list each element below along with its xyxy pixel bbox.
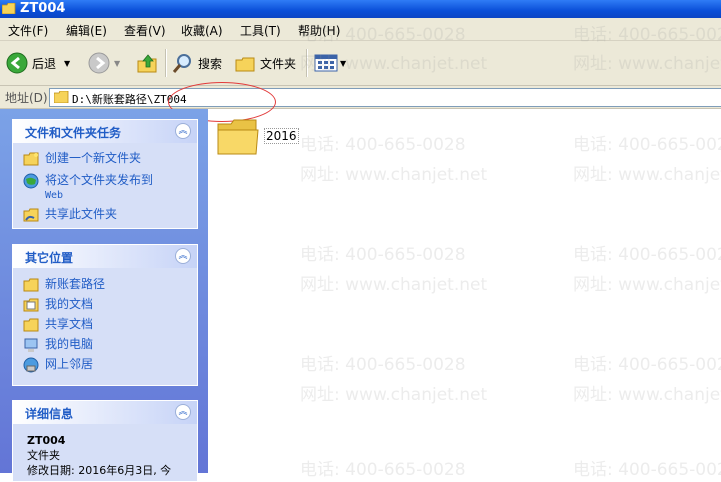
other-places-panel: 其它位置 ︽ 新账套路径 我的文档 共享文档 我的电脑 网上邻居 [12,244,198,386]
panel-header[interactable]: 详细信息 ︽ [13,401,197,424]
folders-button[interactable]: 文件夹 [234,51,296,75]
chevron-down-icon[interactable]: ▼ [114,59,120,68]
place-label: 网上邻居 [45,357,94,371]
back-arrow-icon [6,52,28,74]
my-documents-icon [23,298,39,312]
collapse-icon[interactable]: ︽ [175,248,191,264]
search-label: 搜索 [198,56,223,71]
place-label: 新账套路径 [45,277,106,291]
watermark-text: 电话: 400-665-0028 [573,355,721,375]
panel-title: 详细信息 [25,407,74,421]
chevron-down-icon[interactable]: ▼ [64,59,70,68]
place-label: 共享文档 [45,317,94,331]
globe-icon [23,173,39,189]
details-name: ZT004 [27,434,66,447]
folder-icon [23,278,39,292]
menu-tools[interactable]: 工具(T) [240,22,281,39]
menu-bar: 文件(F) 编辑(E) 查看(V) 收藏(A) 工具(T) 帮助(H) [0,18,721,41]
place-label: 我的电脑 [45,337,94,351]
folders-label: 文件夹 [260,56,297,71]
toolbar: 后退 ▼ ▼ 搜索 文件夹 ▼ [0,41,721,86]
folder-2016[interactable] [217,118,259,159]
task-label: 创建一个新文件夹 [45,151,142,165]
menu-view[interactable]: 查看(V) [124,22,166,39]
search-button[interactable]: 搜索 [172,51,222,75]
panel-header[interactable]: 文件和文件夹任务 ︽ [13,120,197,143]
details-panel: 详细信息 ︽ ZT004 文件夹 修改日期: 2016年6月3日, 今 [12,400,198,482]
details-modified: 修改日期: 2016年6月3日, 今 [27,464,172,477]
folder-icon [2,3,16,14]
details-type: 文件夹 [27,449,60,462]
place-item[interactable]: 我的电脑 [23,337,93,353]
watermark-text: 网址: www.chanjet.net [573,385,721,405]
watermark-text: 电话: 400-665-0028 [573,460,721,480]
collapse-icon[interactable]: ︽ [175,404,191,420]
place-item[interactable]: 网上邻居 [23,357,93,373]
views-icon [314,54,338,72]
task-label-web: Web [45,190,64,201]
watermark-text: 网址: www.chanjet.net [573,275,721,295]
place-item[interactable]: 新账套路径 [23,277,105,293]
forward-button[interactable]: ▼ [88,51,120,75]
new-folder-icon [23,152,39,166]
address-label: 地址(D) [5,91,48,105]
panel-header[interactable]: 其它位置 ︽ [13,245,197,268]
back-label: 后退 [32,56,57,71]
watermark-text: 网址: www.chanjet.net [573,165,721,185]
watermark-text: 电话: 400-665-0028 [300,355,466,375]
panel-title: 其它位置 [25,251,74,265]
watermark-text: 网址: www.chanjet.net [300,385,488,405]
shared-folder-icon [23,208,39,222]
folder-label[interactable]: 2016 [264,128,299,144]
watermark-text: 电话: 400-665-0028 [300,135,466,155]
address-input[interactable]: D:\新账套路径\ZT004 [49,88,721,107]
up-folder-button[interactable] [136,51,158,75]
place-label: 我的文档 [45,297,94,311]
title-bar: ZT004 [0,0,721,18]
search-icon [172,54,191,73]
views-button[interactable]: ▼ [314,51,346,75]
task-label: 共享此文件夹 [45,207,118,221]
task-share-folder[interactable]: 共享此文件夹 [23,207,117,223]
task-new-folder[interactable]: 创建一个新文件夹 [23,151,141,167]
file-tasks-panel: 文件和文件夹任务 ︽ 创建一个新文件夹 将这个文件夹发布到 Web 共享此文件夹 [12,119,198,229]
toolbar-separator [165,49,167,77]
address-bar: 地址(D) D:\新账套路径\ZT004 [0,86,721,109]
watermark-text: 电话: 400-665-0028 [573,135,721,155]
watermark-text: 电话: 400-665-0028 [573,245,721,265]
network-icon [23,357,39,373]
watermark-text: 网址: www.chanjet.net [300,165,488,185]
task-label: 将这个文件夹发布到 [45,173,154,187]
collapse-icon[interactable]: ︽ [175,123,191,139]
up-folder-icon [137,54,157,73]
watermark-text: 电话: 400-665-0028 [300,245,466,265]
folder-icon [54,91,69,103]
folder-icon [23,318,39,332]
folder-icon [217,119,259,155]
watermark-text: 网址: www.chanjet.net [300,275,488,295]
task-publish-web[interactable]: 将这个文件夹发布到 Web [23,173,153,203]
place-item[interactable]: 共享文档 [23,317,93,333]
chevron-down-icon[interactable]: ▼ [340,59,346,68]
place-item[interactable]: 我的文档 [23,297,93,313]
window-title: ZT004 [20,1,66,16]
forward-arrow-icon [88,52,110,74]
back-button[interactable]: 后退 ▼ [6,51,70,75]
menu-help[interactable]: 帮助(H) [298,22,340,39]
task-pane: 文件和文件夹任务 ︽ 创建一个新文件夹 将这个文件夹发布到 Web 共享此文件夹 … [0,109,208,482]
computer-icon [24,338,38,352]
menu-file[interactable]: 文件(F) [8,22,48,39]
toolbar-separator [306,49,308,77]
menu-favorites[interactable]: 收藏(A) [181,22,223,39]
panel-title: 文件和文件夹任务 [25,126,122,140]
menu-edit[interactable]: 编辑(E) [66,22,107,39]
folders-icon [235,57,255,72]
watermark-text: 电话: 400-665-0028 [300,460,466,480]
